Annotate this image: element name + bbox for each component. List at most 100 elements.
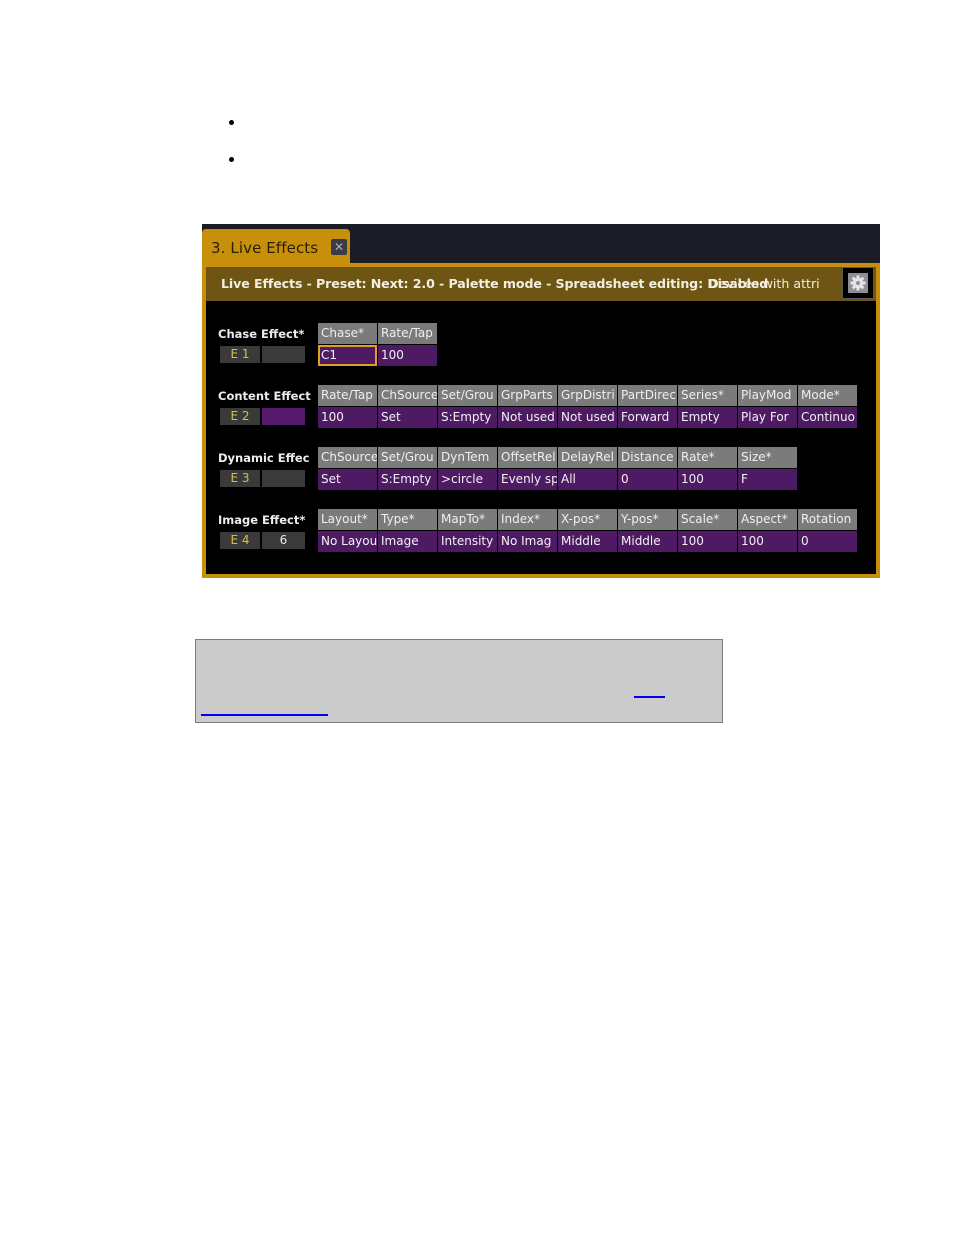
column-header: Scale* [678, 509, 737, 530]
value-cell[interactable]: No Imag [498, 531, 557, 552]
effect-grid-dynamic: ChSource Set Set/Grou S:Empty DynTem >circl… [318, 447, 798, 490]
effect-title: Content Effect [218, 389, 311, 403]
grid-column: Type* Image [378, 509, 437, 552]
column-header: Set/Grou [438, 385, 497, 406]
note-box [195, 639, 723, 723]
grid-column: DelayRel All [558, 447, 617, 490]
column-header: Aspect* [738, 509, 797, 530]
value-cell[interactable]: Intensity [438, 531, 497, 552]
column-header: Chase* [318, 323, 377, 344]
effect-id[interactable]: E 4 [220, 532, 260, 549]
grid-column: Rate/Tap 100 [378, 323, 437, 366]
value-cell[interactable]: Image [378, 531, 437, 552]
effect-extra[interactable] [262, 408, 305, 425]
effect-title: Image Effect* [218, 513, 306, 527]
grid-column: Y-pos* Middle [618, 509, 677, 552]
value-cell[interactable]: 100 [738, 531, 797, 552]
column-header: Distance [618, 447, 677, 468]
note-link-underline[interactable] [634, 696, 665, 698]
column-header: ChSource [318, 447, 377, 468]
grid-column: Aspect* 100 [738, 509, 797, 552]
effect-grid-content: Rate/Tap 100 ChSource Set Set/Grou S:Empty … [318, 385, 858, 428]
value-cell[interactable]: Forward [618, 407, 677, 428]
value-cell[interactable]: Empty [678, 407, 737, 428]
window-frame: Live Effects - Preset: Next: 2.0 - Palet… [202, 263, 880, 578]
column-header: Set/Grou [378, 447, 437, 468]
close-icon[interactable]: ✕ [331, 239, 347, 255]
value-cell[interactable]: Play For [738, 407, 797, 428]
value-cell[interactable]: Middle [558, 531, 617, 552]
column-header: PlayMod [738, 385, 797, 406]
value-cell[interactable]: Set [318, 469, 377, 490]
value-cell[interactable]: Middle [618, 531, 677, 552]
column-header: Index* [498, 509, 557, 530]
grid-column: Index* No Imag [498, 509, 557, 552]
grid-column: Chase* C1 [318, 323, 377, 366]
grid-column: PartDirec Forward [618, 385, 677, 428]
grid-column: Series* Empty [678, 385, 737, 428]
effect-id[interactable]: E 2 [220, 408, 260, 425]
grid-column: Size* F [738, 447, 797, 490]
value-cell[interactable]: 100 [318, 407, 377, 428]
grid-column: MapTo* Intensity [438, 509, 497, 552]
column-header: Type* [378, 509, 437, 530]
header-title: Live Effects - Preset: Next: 2.0 - Palet… [221, 276, 769, 291]
effect-extra[interactable]: 6 [262, 532, 305, 549]
value-cell[interactable]: >circle [438, 469, 497, 490]
note-link-underline[interactable] [201, 714, 328, 716]
live-effects-window: 3. Live Effects ✕ Live Effects - Preset:… [202, 224, 880, 578]
column-header: GrpParts [498, 385, 557, 406]
effect-grid-image: Layout* No Layou Type* Image MapTo* Intensi… [318, 509, 858, 552]
effect-extra[interactable] [262, 346, 305, 363]
value-cell[interactable]: 100 [378, 345, 437, 366]
value-cell[interactable]: All [558, 469, 617, 490]
grid-column: Rotation 0 [798, 509, 857, 552]
column-header: Rate* [678, 447, 737, 468]
value-cell[interactable]: 0 [618, 469, 677, 490]
bullet-point [229, 120, 234, 125]
grid-column: PlayMod Play For [738, 385, 797, 428]
column-header: Series* [678, 385, 737, 406]
effect-id[interactable]: E 1 [220, 346, 260, 363]
effect-extra[interactable] [262, 470, 305, 487]
grid-column: GrpParts Not used [498, 385, 557, 428]
value-cell-selected[interactable]: C1 [318, 345, 377, 366]
column-header: OffsetRel [498, 447, 557, 468]
column-header: GrpDistri [558, 385, 617, 406]
tab-live-effects[interactable]: 3. Live Effects ✕ [202, 229, 350, 266]
effect-title: Chase Effect* [218, 327, 305, 341]
value-cell[interactable]: 100 [678, 469, 737, 490]
window-content: Live Effects - Preset: Next: 2.0 - Palet… [206, 267, 876, 574]
value-cell[interactable]: Not used [558, 407, 617, 428]
grid-column: Set/Grou S:Empty [378, 447, 437, 490]
column-header: Y-pos* [618, 509, 677, 530]
value-cell[interactable]: Continuo [798, 407, 857, 428]
bullet-point [229, 157, 234, 162]
column-header: DynTem [438, 447, 497, 468]
value-cell[interactable]: S:Empty [378, 469, 437, 490]
grid-column: Scale* 100 [678, 509, 737, 552]
column-header: Size* [738, 447, 797, 468]
column-header: PartDirec [618, 385, 677, 406]
value-cell[interactable]: S:Empty [438, 407, 497, 428]
value-cell[interactable]: Evenly sp [498, 469, 557, 490]
grid-column: Rate* 100 [678, 447, 737, 490]
value-cell[interactable]: 0 [798, 531, 857, 552]
column-header: Rotation [798, 509, 857, 530]
value-cell[interactable]: No Layou [318, 531, 377, 552]
value-cell[interactable]: 100 [678, 531, 737, 552]
effect-id[interactable]: E 3 [220, 470, 260, 487]
effect-title: Dynamic Effec [218, 451, 310, 465]
grid-column: Distance 0 [618, 447, 677, 490]
value-cell[interactable]: F [738, 469, 797, 490]
grid-column: GrpDistri Not used [558, 385, 617, 428]
column-header: Layout* [318, 509, 377, 530]
column-header: MapTo* [438, 509, 497, 530]
grid-column: ChSource Set [318, 447, 377, 490]
value-cell[interactable]: Not used [498, 407, 557, 428]
grid-column: DynTem >circle [438, 447, 497, 490]
settings-button[interactable] [842, 267, 874, 299]
grid-column: Rate/Tap 100 [318, 385, 377, 428]
column-header: X-pos* [558, 509, 617, 530]
value-cell[interactable]: Set [378, 407, 437, 428]
